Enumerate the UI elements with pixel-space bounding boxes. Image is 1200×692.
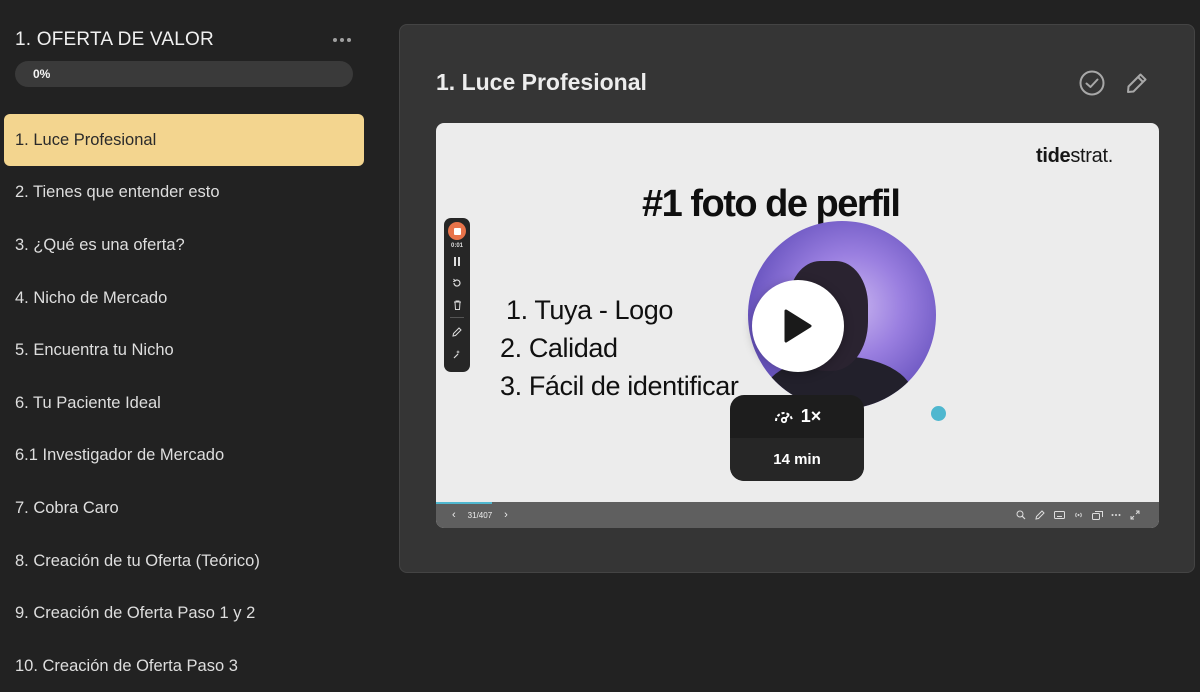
lesson-item[interactable]: 2. Tienes que entender esto [4,167,364,220]
pencil-icon[interactable] [1124,70,1150,96]
lesson-item[interactable]: 10. Creación de Oferta Paso 3 [4,640,364,692]
draw-icon[interactable] [447,322,467,342]
lesson-item[interactable]: 8. Creación de tu Oferta (Teórico) [4,535,364,588]
video-player[interactable]: tidestrat. #1 foto de perfil 1. Tuya - L… [436,123,1159,528]
previous-slide-icon[interactable]: ‹ [452,509,456,521]
slide-list-item: 1. Tuya - Logo [506,295,674,325]
toolbar-divider [450,317,464,318]
slide-navigation: ‹ 31/407 › [452,502,508,528]
playback-speed-card[interactable]: 1× 14 min [730,395,864,481]
cursor-dot [931,406,946,421]
slide-list-item: 2. Calidad [500,333,618,363]
lesson-item[interactable]: 3. ¿Qué es una oferta? [4,219,364,272]
keyboard-icon[interactable] [1053,509,1065,521]
fullscreen-icon[interactable] [1129,509,1141,521]
check-circle-icon[interactable] [1078,69,1106,97]
lesson-item[interactable]: 7. Cobra Caro [4,482,364,535]
slide-list-item: 3. Fácil de identificar [500,371,739,401]
video-tools [1015,502,1141,528]
page-indicator: 31/407 [467,510,493,520]
lesson-item[interactable]: 6.1 Investigador de Mercado [4,430,364,483]
restart-icon[interactable] [447,273,467,293]
brand-logo: tidestrat. [1035,145,1113,167]
zoom-icon[interactable] [1015,509,1027,521]
video-duration: 14 min [730,438,864,481]
module-header: 1. OFERTA DE VALOR [15,28,355,52]
play-icon [784,309,812,343]
module-title: 1. OFERTA DE VALOR [15,29,214,50]
pen-icon[interactable] [1034,509,1046,521]
slide-heading: #1 foto de perfil [642,183,901,225]
pause-icon[interactable] [447,251,467,271]
effects-icon[interactable] [447,344,467,364]
lesson-item[interactable]: 5. Encuentra tu Nicho [4,324,364,377]
lesson-panel: 1. Luce Profesional tidestrat. #1 foto d… [399,24,1195,573]
module-progress-bar: 0% [15,61,353,87]
more-icon[interactable] [1110,509,1122,521]
lesson-item[interactable]: 9. Creación de Oferta Paso 1 y 2 [4,587,364,640]
lesson-item[interactable]: 1. Luce Profesional [4,114,364,166]
layout-icon[interactable] [1091,509,1103,521]
speed-value: 1× [800,406,822,426]
recorder-time: 0:01 [450,243,463,249]
recorder-toolbar: 0:01 [444,218,470,372]
play-button[interactable] [752,280,844,372]
video-control-bar: ‹ 31/407 › [436,502,1159,528]
stop-record-button[interactable] [448,222,466,240]
broadcast-icon[interactable] [1072,509,1084,521]
lesson-item[interactable]: 6. Tu Paciente Ideal [4,377,364,430]
lesson-list: 1. Luce Profesional 2. Tienes que entend… [4,114,364,692]
lesson-title: 1. Luce Profesional [436,69,647,95]
lesson-item[interactable]: 4. Nicho de Mercado [4,272,364,325]
trash-icon[interactable] [447,295,467,315]
more-options-icon[interactable] [329,34,355,46]
lesson-sidebar: 1. OFERTA DE VALOR 0% 1. Luce Profesiona… [0,0,370,692]
next-slide-icon[interactable]: › [504,509,508,521]
slide-list: 1. Tuya - Logo 2. Calidad 3. Fácil de id… [500,291,739,405]
speed-icon [774,411,793,423]
progress-label: 0% [33,67,51,81]
